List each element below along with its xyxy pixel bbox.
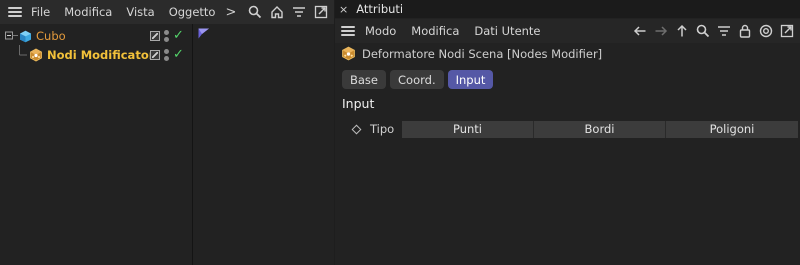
tree-branch-line (19, 45, 29, 65)
object-name-cubo[interactable]: Cubo (36, 29, 66, 43)
object-row-cubo[interactable]: Cubo ✓ (0, 26, 193, 46)
object-status-nodi: ✓ (150, 48, 184, 61)
node-modifier-icon (341, 46, 356, 61)
object-manager-panel: File Modifica Vista Oggetto > Cubo ✓ Nod… (0, 0, 334, 265)
forward-arrow-icon[interactable] (652, 22, 670, 40)
expand-icon[interactable] (312, 3, 330, 21)
enabled-check-icon[interactable]: ✓ (173, 29, 184, 42)
search-icon[interactable] (246, 3, 264, 21)
node-modifier-icon (29, 48, 43, 62)
hamburger-menu-icon[interactable] (8, 7, 22, 17)
editor-visibility-icon[interactable] (150, 49, 160, 60)
close-panel-icon[interactable]: × (339, 3, 348, 16)
object-manager-menubar: File Modifica Vista Oggetto > (0, 0, 334, 24)
attributes-object-title: Deformatore Nodi Scena [Nodes Modifier] (362, 46, 603, 61)
filter-icon[interactable] (290, 3, 308, 21)
attributes-object-header: Deformatore Nodi Scena [Nodes Modifier] (341, 46, 602, 61)
cube-icon (19, 30, 32, 43)
tag-flag-icon[interactable] (198, 28, 210, 42)
filter-icon[interactable] (715, 22, 733, 40)
menu-oggetto[interactable]: Oggetto (169, 5, 216, 19)
visibility-dots-icon[interactable] (164, 48, 169, 61)
section-title-input: Input (342, 96, 375, 111)
menu-modifica[interactable]: Modifica (411, 24, 459, 38)
tab-base[interactable]: Base (342, 70, 387, 89)
enabled-check-icon[interactable]: ✓ (173, 48, 184, 61)
tab-input[interactable]: Input (447, 70, 494, 89)
home-icon[interactable] (268, 3, 286, 21)
menu-dati-utente[interactable]: Dati Utente (474, 24, 540, 38)
target-icon[interactable] (757, 22, 775, 40)
attributes-tab-title[interactable]: Attributi (356, 2, 403, 16)
editor-visibility-icon[interactable] (150, 30, 160, 41)
tag-column (193, 24, 334, 265)
object-name-nodi-modificatori[interactable]: Nodi Modificatori (47, 48, 158, 62)
visibility-dots-icon[interactable] (164, 29, 169, 42)
menu-modifica[interactable]: Modifica (64, 5, 112, 19)
up-arrow-icon[interactable] (673, 22, 691, 40)
menu-modo[interactable]: Modo (365, 24, 396, 38)
tab-coord[interactable]: Coord. (390, 70, 444, 89)
object-row-nodi-modificatori[interactable]: Nodi Modificatori ✓ (0, 45, 193, 65)
menu-file[interactable]: File (31, 5, 50, 19)
search-icon[interactable] (694, 22, 712, 40)
option-bordi[interactable]: Bordi (534, 120, 666, 138)
back-arrow-icon[interactable] (631, 22, 649, 40)
param-row-tipo: Tipo Punti Bordi Poligoni (335, 120, 800, 138)
tipo-segmented-control: Punti Bordi Poligoni (402, 120, 798, 138)
attributes-menubar: Modo Modifica Dati Utente (335, 19, 800, 43)
attributes-tab-bar: × Attributi (335, 0, 800, 18)
object-status-cubo: ✓ (150, 29, 184, 42)
attributes-panel: × Attributi Modo Modifica Dati Utente De… (335, 0, 800, 265)
object-tree: Cubo ✓ Nodi Modificatori ✓ (0, 24, 193, 265)
lock-icon[interactable] (736, 22, 754, 40)
tree-connector-icon[interactable] (5, 30, 19, 42)
menu-vista[interactable]: Vista (126, 5, 154, 19)
expand-icon[interactable] (778, 22, 796, 40)
mode-tabs: Base Coord. Input (342, 70, 494, 89)
more-menu-chevron-icon[interactable]: > (225, 5, 236, 20)
option-punti[interactable]: Punti (402, 120, 534, 138)
param-label-tipo: Tipo (370, 122, 395, 136)
option-poligoni[interactable]: Poligoni (666, 120, 798, 138)
keyframe-diamond-icon[interactable] (351, 124, 362, 134)
hamburger-menu-icon[interactable] (341, 26, 355, 36)
